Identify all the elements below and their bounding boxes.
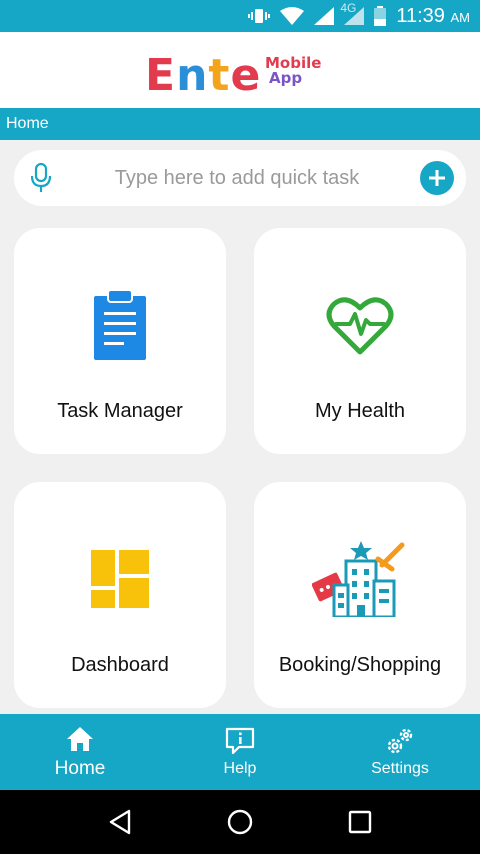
logo-letter: E (145, 50, 177, 101)
network-type-label: 4G (340, 1, 357, 15)
nav-home[interactable]: Home (0, 714, 160, 790)
logo-sub-text: Mobile App (265, 56, 321, 86)
logo-letter: t (208, 50, 231, 101)
card-label: Task Manager (57, 400, 183, 422)
home-circle-icon[interactable] (220, 802, 260, 842)
card-label: Dashboard (71, 654, 169, 676)
logo-sub-app: App (269, 69, 303, 87)
status-time-ampm: AM (450, 9, 471, 25)
nav-help-label: Help (223, 760, 257, 777)
app-logo: Ente Mobile App (145, 40, 335, 101)
vibrate-icon (248, 7, 271, 25)
nav-home-label: Home (54, 758, 106, 779)
gears-icon (385, 726, 415, 756)
back-triangle-icon[interactable] (100, 802, 140, 842)
breadcrumb: Home (0, 108, 480, 140)
status-bar: 4G 11:39 AM (0, 0, 480, 32)
help-info-icon (225, 726, 255, 756)
android-system-nav (0, 790, 480, 854)
card-label: Booking/Shopping (278, 654, 442, 676)
add-task-button[interactable] (420, 161, 454, 195)
home-icon (66, 724, 94, 754)
recents-square-icon[interactable] (340, 802, 380, 842)
status-time: 11:39 AM (396, 5, 470, 28)
card-dashboard[interactable]: Dashboard (14, 482, 226, 708)
dashboard-tiles-icon (91, 540, 149, 618)
breadcrumb-label: Home (6, 115, 49, 132)
bottom-nav: Home Help Settings (0, 714, 480, 790)
wifi-icon (280, 7, 305, 25)
card-label: My Health (314, 400, 406, 422)
battery-icon (374, 6, 387, 26)
signal-icon (314, 7, 335, 25)
card-task-manager[interactable]: Task Manager (14, 228, 226, 454)
nav-settings[interactable]: Settings (320, 714, 480, 790)
building-ticket-icon (312, 540, 408, 618)
logo-letter: e (230, 50, 262, 101)
quick-task-input[interactable] (54, 166, 420, 190)
microphone-icon[interactable] (28, 162, 54, 194)
app-header: Ente Mobile App (0, 32, 480, 108)
card-booking-shopping[interactable]: Booking/Shopping (254, 482, 466, 708)
logo-letter: n (176, 50, 209, 101)
quick-task-bar (14, 150, 466, 206)
nav-settings-label: Settings (371, 760, 429, 777)
signal-4g-icon: 4G (340, 1, 365, 25)
card-my-health[interactable]: My Health (254, 228, 466, 454)
clipboard-icon (92, 286, 148, 364)
nav-help[interactable]: Help (160, 714, 320, 790)
logo-main-text: Ente (145, 50, 261, 101)
plus-icon (429, 170, 445, 186)
status-time-value: 11:39 (396, 4, 445, 27)
heart-pulse-icon (326, 286, 394, 364)
